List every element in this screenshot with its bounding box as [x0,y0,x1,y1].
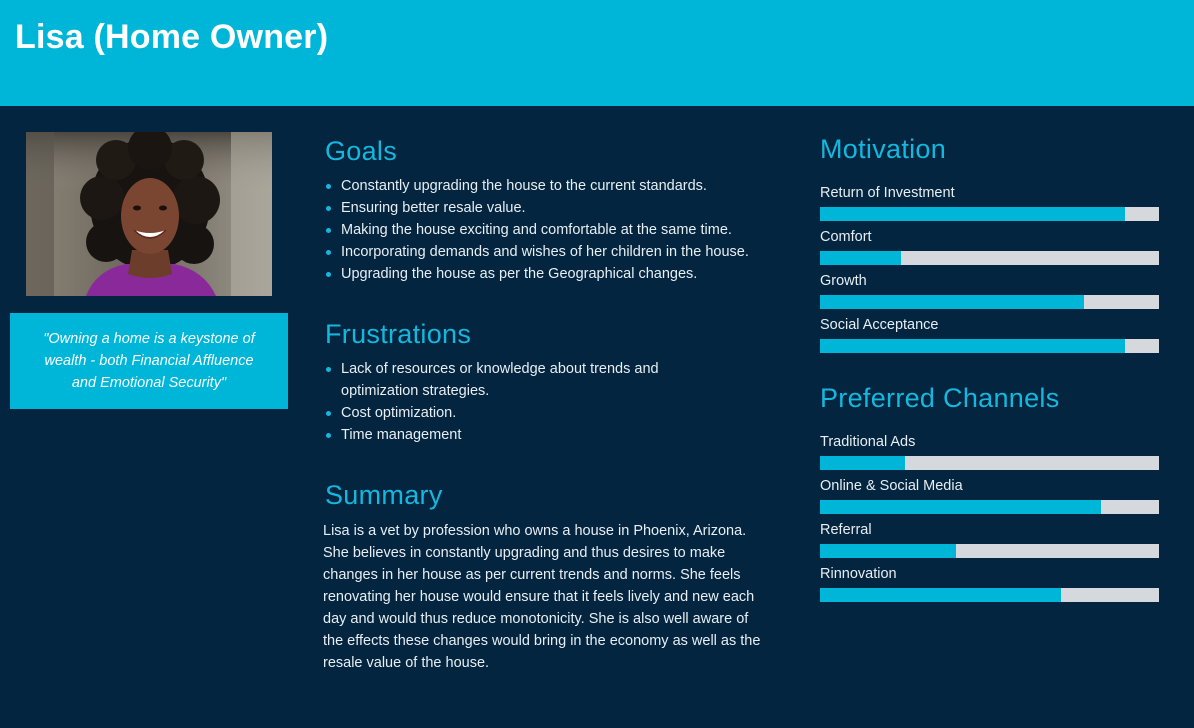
frustrations-title: Frustrations [325,319,472,349]
motivation-bar-fill [820,339,1126,353]
motivation-bar-fill [820,251,902,265]
channel-bar-fill [820,544,956,558]
motivation-bar-track [820,207,1159,221]
motivation-label: Return of Investment [820,185,955,201]
header-banner: Lisa (Home Owner) [0,0,1194,106]
channel-item: Referral [820,520,1160,558]
summary-text: Lisa is a vet by profession who owns a h… [323,523,761,671]
goal-item: Incorporating demands and wishes of her … [323,241,751,263]
motivation-title: Motivation [820,134,947,164]
persona-quote-box: "Owning a home is a keystone of wealth -… [10,313,288,409]
persona-photo [26,132,272,296]
motivation-item: Comfort [820,227,1160,265]
channel-item: Rinnovation [820,564,1160,602]
motivation-item: Return of Investment [820,183,1160,221]
channel-label: Rinnovation [820,566,897,582]
metrics-column: Motivation Return of Investment Comfort … [820,134,1160,602]
motivation-label: Comfort [820,229,872,245]
goal-item: Constantly upgrading the house to the cu… [323,175,768,197]
channel-item: Traditional Ads [820,432,1160,470]
channel-label: Online & Social Media [820,478,963,494]
goals-list: Constantly upgrading the house to the cu… [323,175,768,285]
motivation-item: Growth [820,271,1160,309]
motivation-bar-track [820,251,1159,265]
channels-title: Preferred Channels [820,383,1060,413]
frustration-item: Cost optimization. [323,402,768,424]
channel-bar-track [820,544,1159,558]
channel-bar-track [820,588,1159,602]
persona-title: Lisa (Home Owner) [15,18,329,56]
motivation-label: Social Acceptance [820,317,939,333]
frustration-item: Lack of resources or knowledge about tre… [323,358,701,402]
channel-label: Referral [820,522,872,538]
channel-label: Traditional Ads [820,434,916,450]
channel-bar-fill [820,588,1061,602]
motivation-bar-track [820,339,1159,353]
motivation-bar-track [820,295,1159,309]
channel-bar-fill [820,456,905,470]
goals-title: Goals [325,136,398,166]
goal-item: Upgrading the house as per the Geographi… [323,263,768,285]
motivation-item: Social Acceptance [820,315,1160,353]
channel-bar-track [820,456,1159,470]
motivation-bar-fill [820,295,1085,309]
frustration-item: Time management [323,424,768,446]
channel-bar-track [820,500,1159,514]
frustrations-list: Lack of resources or knowledge about tre… [323,358,768,446]
channel-item: Online & Social Media [820,476,1160,514]
motivation-label: Growth [820,273,867,289]
channel-bar-fill [820,500,1102,514]
persona-portrait-image [26,132,272,296]
details-column: Goals Constantly upgrading the house to … [323,136,768,674]
goal-item: Ensuring better resale value. [323,197,768,219]
persona-quote: "Owning a home is a keystone of wealth -… [43,331,255,391]
motivation-list: Return of Investment Comfort Growth Soci… [820,183,1160,353]
goal-item: Making the house exciting and comfortabl… [323,219,768,241]
motivation-bar-fill [820,207,1126,221]
summary-title: Summary [325,480,443,510]
channels-list: Traditional Ads Online & Social Media Re… [820,432,1160,602]
